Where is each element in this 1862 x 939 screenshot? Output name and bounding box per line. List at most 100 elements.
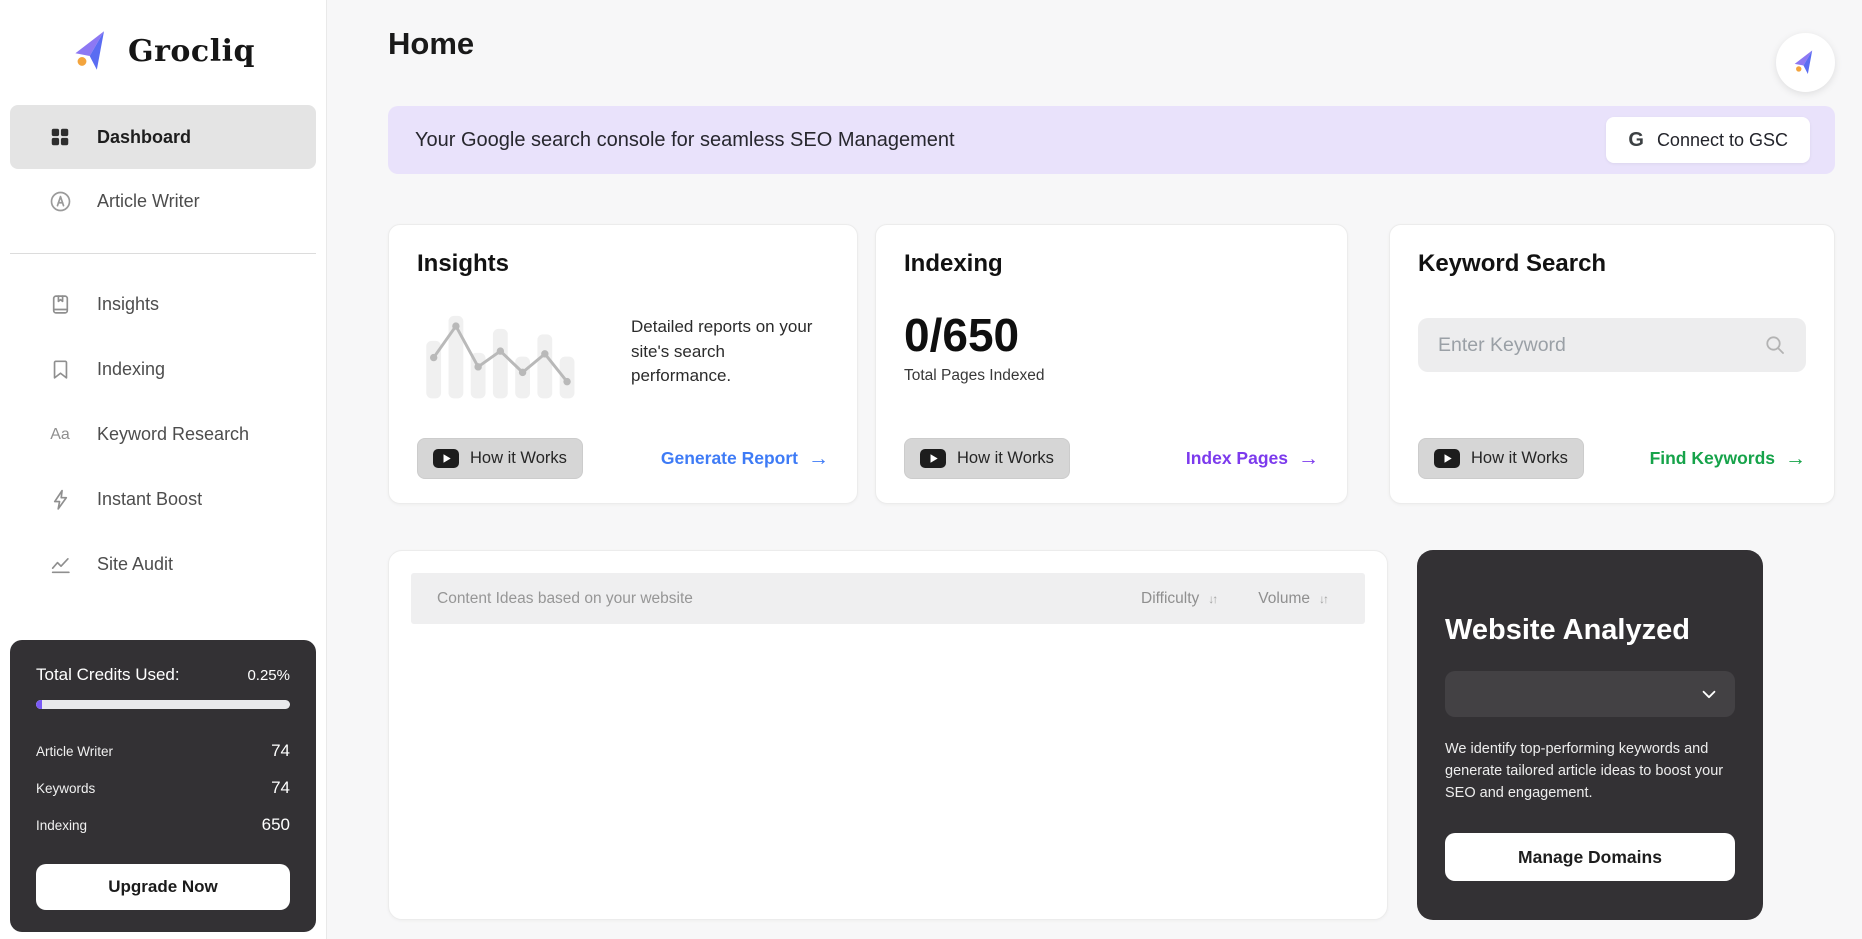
sidebar-item-label: Site Audit <box>97 554 174 574</box>
keyword-search-card-title: Keyword Search <box>1418 250 1607 277</box>
credit-row-indexing: Indexing 650 <box>36 815 290 835</box>
insights-description: Detailed reports on your site's search p… <box>631 317 813 386</box>
sidebar-item-label: Indexing <box>97 359 166 379</box>
indexing-how-it-works-button[interactable]: How it Works <box>904 438 1070 479</box>
arrow-right-icon: → <box>1785 446 1806 470</box>
credit-row-label: Keywords <box>36 780 96 796</box>
sidebar-item-insights[interactable]: Insights <box>10 272 316 337</box>
sidebar-nav-main: Dashboard Article Writer <box>0 105 326 233</box>
website-analyzed-description: We identify top-performing keywords and … <box>1445 741 1724 801</box>
upgrade-now-button[interactable]: Upgrade Now <box>36 864 290 910</box>
page-title: Home <box>388 26 475 61</box>
credit-row-article-writer: Article Writer 74 <box>36 741 290 761</box>
pen-circle-icon <box>48 189 72 213</box>
sidebar-item-instant-boost[interactable]: Instant Boost <box>10 467 316 532</box>
feature-cards-row: Insights Detailed reports on your site's… <box>388 224 1835 504</box>
sidebar-item-dashboard[interactable]: Dashboard <box>10 105 316 169</box>
sidebar-item-label: Instant Boost <box>97 489 203 509</box>
grid-icon <box>48 125 72 149</box>
brand-logo[interactable]: Grocliq <box>0 0 326 75</box>
content-ideas-title: Content Ideas based on your website <box>437 589 693 607</box>
manage-domains-button[interactable]: Manage Domains <box>1445 833 1735 881</box>
play-video-icon <box>1434 449 1460 468</box>
credits-title: Total Credits Used: <box>36 665 180 684</box>
keyword-search-input[interactable] <box>1438 333 1754 357</box>
how-it-works-label: How it Works <box>1471 449 1568 467</box>
index-pages-link[interactable]: Index Pages → <box>1186 447 1319 471</box>
indexing-stat-caption: Total Pages Indexed <box>904 367 1045 384</box>
keyword-search-card: Keyword Search How it Works <box>1389 224 1835 504</box>
bottom-row: Content Ideas based on your website Diff… <box>388 550 1835 920</box>
paper-plane-icon <box>1794 50 1813 74</box>
sidebar-item-label: Dashboard <box>97 126 192 147</box>
sidebar-item-label: Article Writer <box>97 190 200 211</box>
credits-percent: 0.25% <box>247 667 290 684</box>
column-header-difficulty[interactable]: Difficulty ↓↑ <box>1141 589 1218 608</box>
topbar: Home <box>388 0 1835 64</box>
line-chart-icon <box>48 553 72 577</box>
domain-dropdown[interactable] <box>1445 671 1735 717</box>
book-icon <box>48 293 72 317</box>
website-analyzed-title: Website Analyzed <box>1445 614 1690 646</box>
column-header-volume[interactable]: Volume ↓↑ <box>1258 589 1329 608</box>
credit-row-value: 74 <box>271 741 290 760</box>
lightning-icon <box>48 488 72 512</box>
brand-name: Grocliq <box>128 33 255 69</box>
brand-plane-button[interactable] <box>1776 33 1835 92</box>
find-keywords-label: Find Keywords <box>1649 448 1775 468</box>
bookmark-icon <box>48 358 72 382</box>
sidebar: Grocliq Dashboard Article Writer Insight… <box>0 0 327 939</box>
credit-row-label: Indexing <box>36 817 88 833</box>
how-it-works-label: How it Works <box>470 449 567 467</box>
sidebar-divider <box>10 253 316 254</box>
find-keywords-link[interactable]: Find Keywords → <box>1650 447 1806 471</box>
main-content: Home Your Google search console for seam… <box>327 0 1862 939</box>
content-ideas-header-row: Content Ideas based on your website Diff… <box>411 573 1365 624</box>
google-g-icon: G <box>1628 128 1644 151</box>
paper-plane-logo-icon <box>75 31 104 70</box>
sort-icon: ↓↑ <box>1208 591 1218 606</box>
indexing-card: Indexing 0/650 Total Pages Indexed How i… <box>875 224 1348 504</box>
sidebar-nav-tools: Insights Indexing Aa Keyword Research In… <box>0 272 326 597</box>
sidebar-item-label: Keyword Research <box>97 424 250 444</box>
connect-to-gsc-button[interactable]: G Connect to GSC <box>1606 117 1810 163</box>
gsc-banner-text: Your Google search console for seamless … <box>415 128 955 151</box>
credits-progress-fill <box>36 700 42 709</box>
app-window: Grocliq Dashboard Article Writer Insight… <box>0 0 1862 939</box>
generate-report-link[interactable]: Generate Report → <box>661 447 829 471</box>
sidebar-item-indexing[interactable]: Indexing <box>10 337 316 402</box>
insights-how-it-works-button[interactable]: How it Works <box>417 438 583 479</box>
generate-report-label: Generate Report <box>660 448 798 468</box>
credit-row-label: Article Writer <box>36 743 114 759</box>
credits-progress-bar <box>36 700 290 709</box>
indexing-stat: 0/650 <box>904 309 1020 361</box>
index-pages-label: Index Pages <box>1185 448 1288 468</box>
credit-row-value: 74 <box>271 778 290 797</box>
insights-chart-illustration <box>426 315 575 399</box>
sidebar-item-keyword-research[interactable]: Aa Keyword Research <box>10 402 316 467</box>
chevron-down-icon <box>1702 690 1716 699</box>
credits-card: Total Credits Used: 0.25% Article Writer… <box>10 640 316 932</box>
play-video-icon <box>920 449 946 468</box>
content-ideas-card: Content Ideas based on your website Diff… <box>388 550 1388 920</box>
volume-column-label: Volume <box>1258 589 1310 607</box>
letters-aa-icon: Aa <box>50 425 70 443</box>
how-it-works-label: How it Works <box>957 449 1054 467</box>
arrow-right-icon: → <box>1298 446 1319 470</box>
keyword-how-it-works-button[interactable]: How it Works <box>1418 438 1584 479</box>
connect-to-gsc-label: Connect to GSC <box>1656 129 1788 150</box>
keyword-input-wrap <box>1418 318 1806 372</box>
difficulty-column-label: Difficulty <box>1141 589 1200 607</box>
website-analyzed-card: Website Analyzed We identify top-perform… <box>1417 550 1763 920</box>
insights-card-title: Insights <box>417 250 510 277</box>
sort-icon: ↓↑ <box>1319 591 1329 606</box>
credit-row-keywords: Keywords 74 <box>36 778 290 798</box>
credit-row-value: 650 <box>261 815 290 834</box>
indexing-card-title: Indexing <box>904 250 1003 277</box>
sidebar-item-site-audit[interactable]: Site Audit <box>10 532 316 597</box>
insights-card: Insights Detailed reports on your site's… <box>388 224 858 504</box>
sidebar-item-article-writer[interactable]: Article Writer <box>10 169 316 233</box>
arrow-right-icon: → <box>808 446 829 470</box>
play-video-icon <box>433 449 459 468</box>
search-icon[interactable] <box>1764 334 1786 356</box>
